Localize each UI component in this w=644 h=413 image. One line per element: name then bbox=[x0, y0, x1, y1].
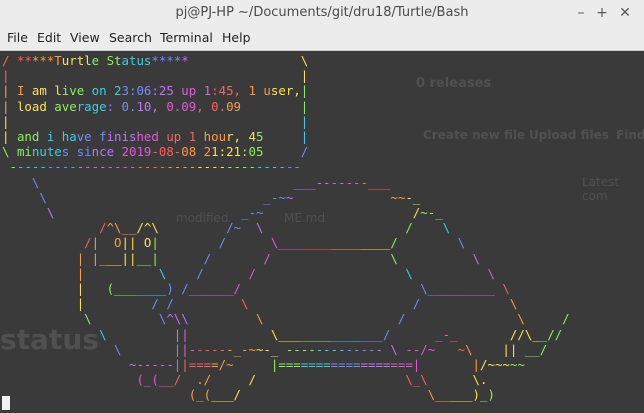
menu-file[interactable]: File bbox=[7, 30, 28, 45]
window-title: pj@PJ-HP ~/Documents/git/dru18/Turtle/Ba… bbox=[175, 5, 469, 20]
close-button[interactable]: ✕ bbox=[616, 4, 634, 22]
cowsay-output: / *****Turtle Status***** \ | | | I am l… bbox=[2, 53, 570, 403]
maximize-button[interactable]: + bbox=[593, 4, 611, 22]
turtle-line: \ _-~~ ~~-_ bbox=[39, 189, 421, 205]
turtle-line: \ _-~ /~-_ bbox=[46, 205, 443, 221]
bubble-line: | load average: 0.10, 0.09, 0.09 | bbox=[2, 98, 309, 114]
turtle-line: | (_______) /______/ \_________ \ bbox=[76, 281, 510, 297]
turtle-line: /| O|| O| / \_______________/ \ bbox=[84, 235, 466, 251]
minimize-button[interactable]: – bbox=[572, 4, 590, 22]
menu-edit[interactable]: Edit bbox=[37, 30, 61, 45]
turtle-line: (_(__/ ./ / \_\ \. bbox=[136, 372, 488, 388]
menu-help[interactable]: Help bbox=[222, 30, 251, 45]
bubble-line: \ minutes since 2019-08-08 21:21:05 / bbox=[2, 144, 309, 160]
turtle-line: | |___||__| / / \ \ bbox=[76, 250, 480, 266]
turtle-line: \ \^\\ \ / \ / bbox=[84, 311, 570, 327]
turtle-line: \ || \______________/ _-_ //\__// bbox=[99, 326, 563, 342]
turtle-line: | / / \ / \ bbox=[76, 296, 518, 312]
turtle-line: ~-----||====/~ |==================| |/~~… bbox=[128, 357, 525, 373]
turtle-line: \ ||------_-~~-_ ------------- \ --/~ ~\… bbox=[114, 341, 548, 357]
turtle-line: \ ___-------___ bbox=[31, 174, 391, 190]
bubble-line: | I am live on 23:06:25 up 1:45, 1 user,… bbox=[2, 83, 309, 99]
bubble-line: | | bbox=[2, 68, 309, 84]
terminal-window: pj@PJ-HP ~/Documents/git/dru18/Turtle/Ba… bbox=[0, 0, 644, 413]
bubble-line: | and i have finished up 1 hour, 45 | bbox=[2, 129, 309, 145]
title-bar[interactable]: pj@PJ-HP ~/Documents/git/dru18/Turtle/Ba… bbox=[0, 0, 644, 29]
bubble-line: / *****Turtle Status***** \ bbox=[2, 53, 309, 68]
menu-view[interactable]: View bbox=[70, 30, 100, 45]
ghost-find: Find bbox=[616, 128, 644, 142]
bubble-line: --------------------------------------- bbox=[9, 159, 301, 175]
terminal-cursor bbox=[2, 396, 10, 410]
menu-terminal[interactable]: Terminal bbox=[160, 30, 213, 45]
menu-bar: File Edit View Search Terminal Help bbox=[0, 28, 644, 51]
terminal-area[interactable]: 0 releases Create new file Upload files … bbox=[0, 51, 644, 413]
menu-search[interactable]: Search bbox=[109, 30, 152, 45]
turtle-line: (_(___/ \_____)_) bbox=[188, 387, 495, 403]
ghost-latest: Latest com bbox=[582, 175, 620, 203]
bubble-line: | | bbox=[2, 113, 309, 129]
turtle-line: | \ / / \ \ bbox=[76, 265, 495, 281]
turtle-line: /^\__/^\ /~ \ / \ bbox=[99, 220, 451, 236]
